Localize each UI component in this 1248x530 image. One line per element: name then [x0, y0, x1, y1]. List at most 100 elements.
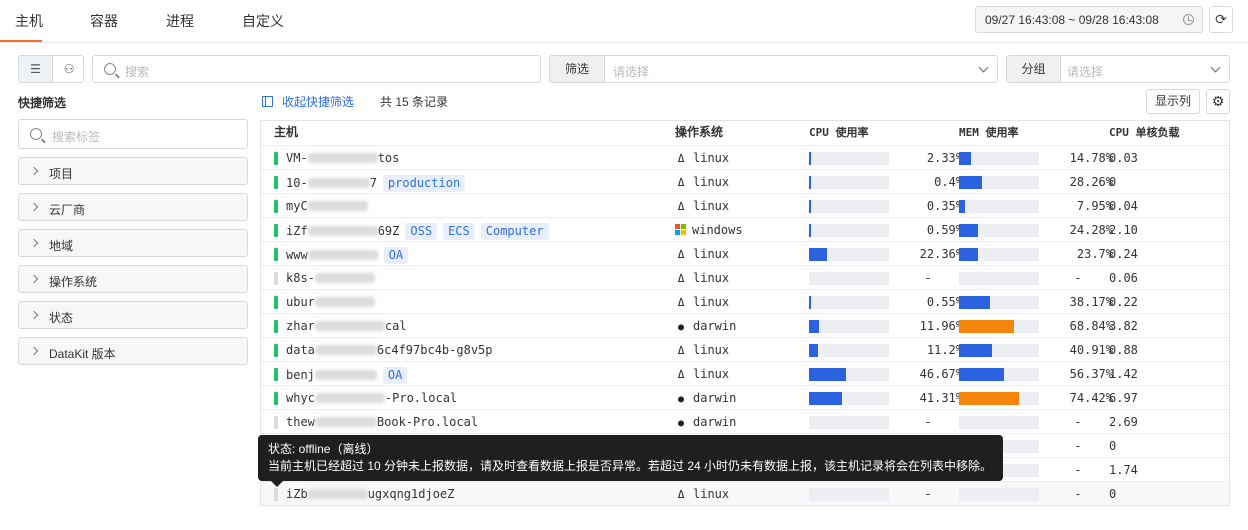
table-row[interactable]: www OA Δlinux 22.36% 23.7% 0.24	[261, 241, 1229, 265]
cpu-usage-value: 22.36%	[919, 247, 963, 261]
table-row[interactable]: zhar cal ● darwin 11.96% 68.84% 3.82	[261, 313, 1229, 337]
linux-icon: Δ	[677, 368, 685, 381]
host-label-tag[interactable]: OSS	[405, 223, 438, 240]
tab-process[interactable]: 进程	[166, 11, 194, 31]
mem-usage-value: -	[1074, 487, 1082, 501]
tab-host[interactable]: 主机	[15, 11, 43, 31]
column-header-host[interactable]: 主机	[274, 121, 298, 145]
host-name[interactable]: 10- 7 production	[286, 175, 466, 192]
host-name-prefix: myC	[286, 199, 308, 213]
host-name[interactable]: VM-tos	[286, 151, 399, 165]
host-name[interactable]: iZb ugxqng1djoeZ	[286, 487, 454, 501]
cpu-load-value: 1.42	[1109, 367, 1138, 381]
table-row[interactable]: VM-tos Δlinux 2.33% 14.78% 0.03	[261, 145, 1229, 169]
search-input[interactable]: 搜索	[92, 55, 541, 83]
mem-usage-bar	[959, 416, 1039, 429]
list-view-button[interactable]: ☰	[19, 56, 52, 82]
cpu-load-value: 0.22	[1109, 295, 1138, 309]
table-row[interactable]: thew Book-Pro.local ● darwin - - 2.69	[261, 409, 1229, 433]
host-name[interactable]: www OA	[286, 247, 409, 264]
host-label-tag[interactable]: OA	[383, 247, 409, 264]
table-row[interactable]: whyc -Pro.local ● darwin 41.31% 74.42% 6.97	[261, 385, 1229, 409]
mem-usage-bar-fill	[959, 248, 978, 261]
cpu-load-value: 2.69	[1109, 415, 1138, 429]
facet-status[interactable]: 状态	[18, 301, 248, 329]
host-label-tag[interactable]: ECS	[443, 223, 475, 240]
group-placeholder: 请选择	[1067, 65, 1104, 79]
filter-select[interactable]: 筛选 请选择	[549, 55, 998, 83]
host-name-suffix: Book-Pro.local	[376, 415, 479, 429]
refresh-button[interactable]: ⟳	[1209, 6, 1233, 33]
host-name[interactable]: ubur	[286, 295, 375, 309]
honeycomb-view-button[interactable]: ⚇	[52, 56, 83, 82]
mem-usage-value: -	[1074, 415, 1082, 429]
facet-region[interactable]: 地域	[18, 229, 248, 257]
host-name-prefix: VM-	[286, 151, 308, 165]
table-row[interactable]: benj OA Δlinux 46.67% 56.37% 1.42	[261, 361, 1229, 385]
host-name[interactable]: whyc -Pro.local	[286, 391, 457, 405]
cpu-usage-bar	[809, 392, 889, 405]
host-name-suffix: cal	[384, 319, 407, 333]
host-name[interactable]: k8s-	[286, 271, 375, 285]
host-label-tag[interactable]: production	[382, 175, 466, 192]
host-name[interactable]: zhar cal	[286, 319, 407, 333]
table-row[interactable]: iZb ugxqng1djoeZ Δlinux - - 0	[261, 481, 1229, 505]
windows-icon	[675, 224, 686, 235]
group-select[interactable]: 分组 请选择	[1006, 55, 1230, 83]
facet-cloud-provider[interactable]: 云厂商	[18, 193, 248, 221]
host-name[interactable]: iZf 69Z OSS ECS Computer	[286, 223, 549, 240]
cpu-usage-value: 41.31%	[919, 391, 963, 405]
cpu-usage-value: 46.67%	[919, 367, 963, 381]
status-indicator	[274, 320, 278, 333]
host-name-prefix: benj	[286, 368, 315, 382]
mem-usage-bar	[959, 392, 1039, 405]
table-row[interactable]: data 6c4f97bc4b-g8v5p Δlinux 11.2% 40.91% 0.8…	[261, 337, 1229, 361]
mem-usage-value: 74.42%	[1069, 391, 1113, 405]
sidebar-collapse-icon	[262, 96, 273, 107]
tab-container[interactable]: 容器	[90, 11, 118, 31]
host-name[interactable]: benj OA	[286, 367, 408, 384]
linux-icon: Δ	[677, 152, 685, 165]
table-row[interactable]: ubur Δlinux 0.55% 38.17% 0.22	[261, 289, 1229, 313]
redacted-text	[314, 321, 385, 331]
os-cell: windows	[675, 223, 743, 237]
host-label-tag[interactable]: OA	[382, 367, 408, 384]
host-name[interactable]: thew Book-Pro.local	[286, 415, 478, 429]
table-row[interactable]: iZf 69Z OSS ECS Computer windows 0.59% 24.28% 2.…	[261, 217, 1229, 241]
table-row[interactable]: myC Δlinux 0.35% 7.95% 0.04	[261, 193, 1229, 217]
host-name[interactable]: data 6c4f97bc4b-g8v5p	[286, 343, 493, 357]
status-indicator	[274, 344, 278, 357]
host-label-tag[interactable]: Computer	[480, 223, 549, 240]
mem-usage-bar	[959, 320, 1039, 333]
tab-custom[interactable]: 自定义	[242, 11, 284, 31]
host-name[interactable]: myC	[286, 199, 368, 213]
settings-button[interactable]: ⚙	[1206, 89, 1230, 114]
mem-usage-bar-fill	[959, 152, 971, 165]
tag-search-input[interactable]: 搜索标签	[18, 119, 248, 149]
column-header-mem[interactable]: MEM 使用率	[959, 121, 1019, 145]
mem-usage-bar	[959, 176, 1039, 189]
host-name-prefix: www	[286, 248, 308, 262]
cpu-usage-value: -	[924, 487, 932, 501]
column-header-os[interactable]: 操作系统	[675, 121, 723, 145]
table-row[interactable]: k8s- Δlinux - - 0.06	[261, 265, 1229, 289]
column-header-load[interactable]: CPU 单核负载	[1109, 121, 1180, 145]
os-cell: ● darwin	[675, 415, 736, 429]
os-name: linux	[693, 247, 730, 261]
host-name-suffix: -Pro.local	[384, 391, 458, 405]
show-columns-button[interactable]: 显示列	[1146, 89, 1200, 114]
apple-icon: ●	[677, 418, 685, 429]
cpu-usage-value: 0.35%	[926, 199, 963, 213]
quick-filter-title: 快捷筛选	[18, 96, 67, 110]
collapse-quick-filter-button[interactable]: 收起快捷筛选	[262, 93, 354, 110]
facet-project[interactable]: 项目	[18, 157, 248, 185]
cpu-usage-bar-fill	[809, 320, 819, 333]
chevron-right-icon	[29, 166, 39, 176]
time-range-picker[interactable]: 09/27 16:43:08 ~ 09/28 16:43:08	[975, 6, 1203, 33]
table-row[interactable]: 10- 7 production Δlinux 0.4% 28.26% 0	[261, 169, 1229, 193]
facet-os[interactable]: 操作系统	[18, 265, 248, 293]
facet-label: DataKit 版本	[49, 347, 116, 361]
facet-datakit-version[interactable]: DataKit 版本	[18, 337, 248, 365]
os-cell: ● darwin	[675, 319, 736, 333]
column-header-cpu[interactable]: CPU 使用率	[809, 121, 869, 145]
